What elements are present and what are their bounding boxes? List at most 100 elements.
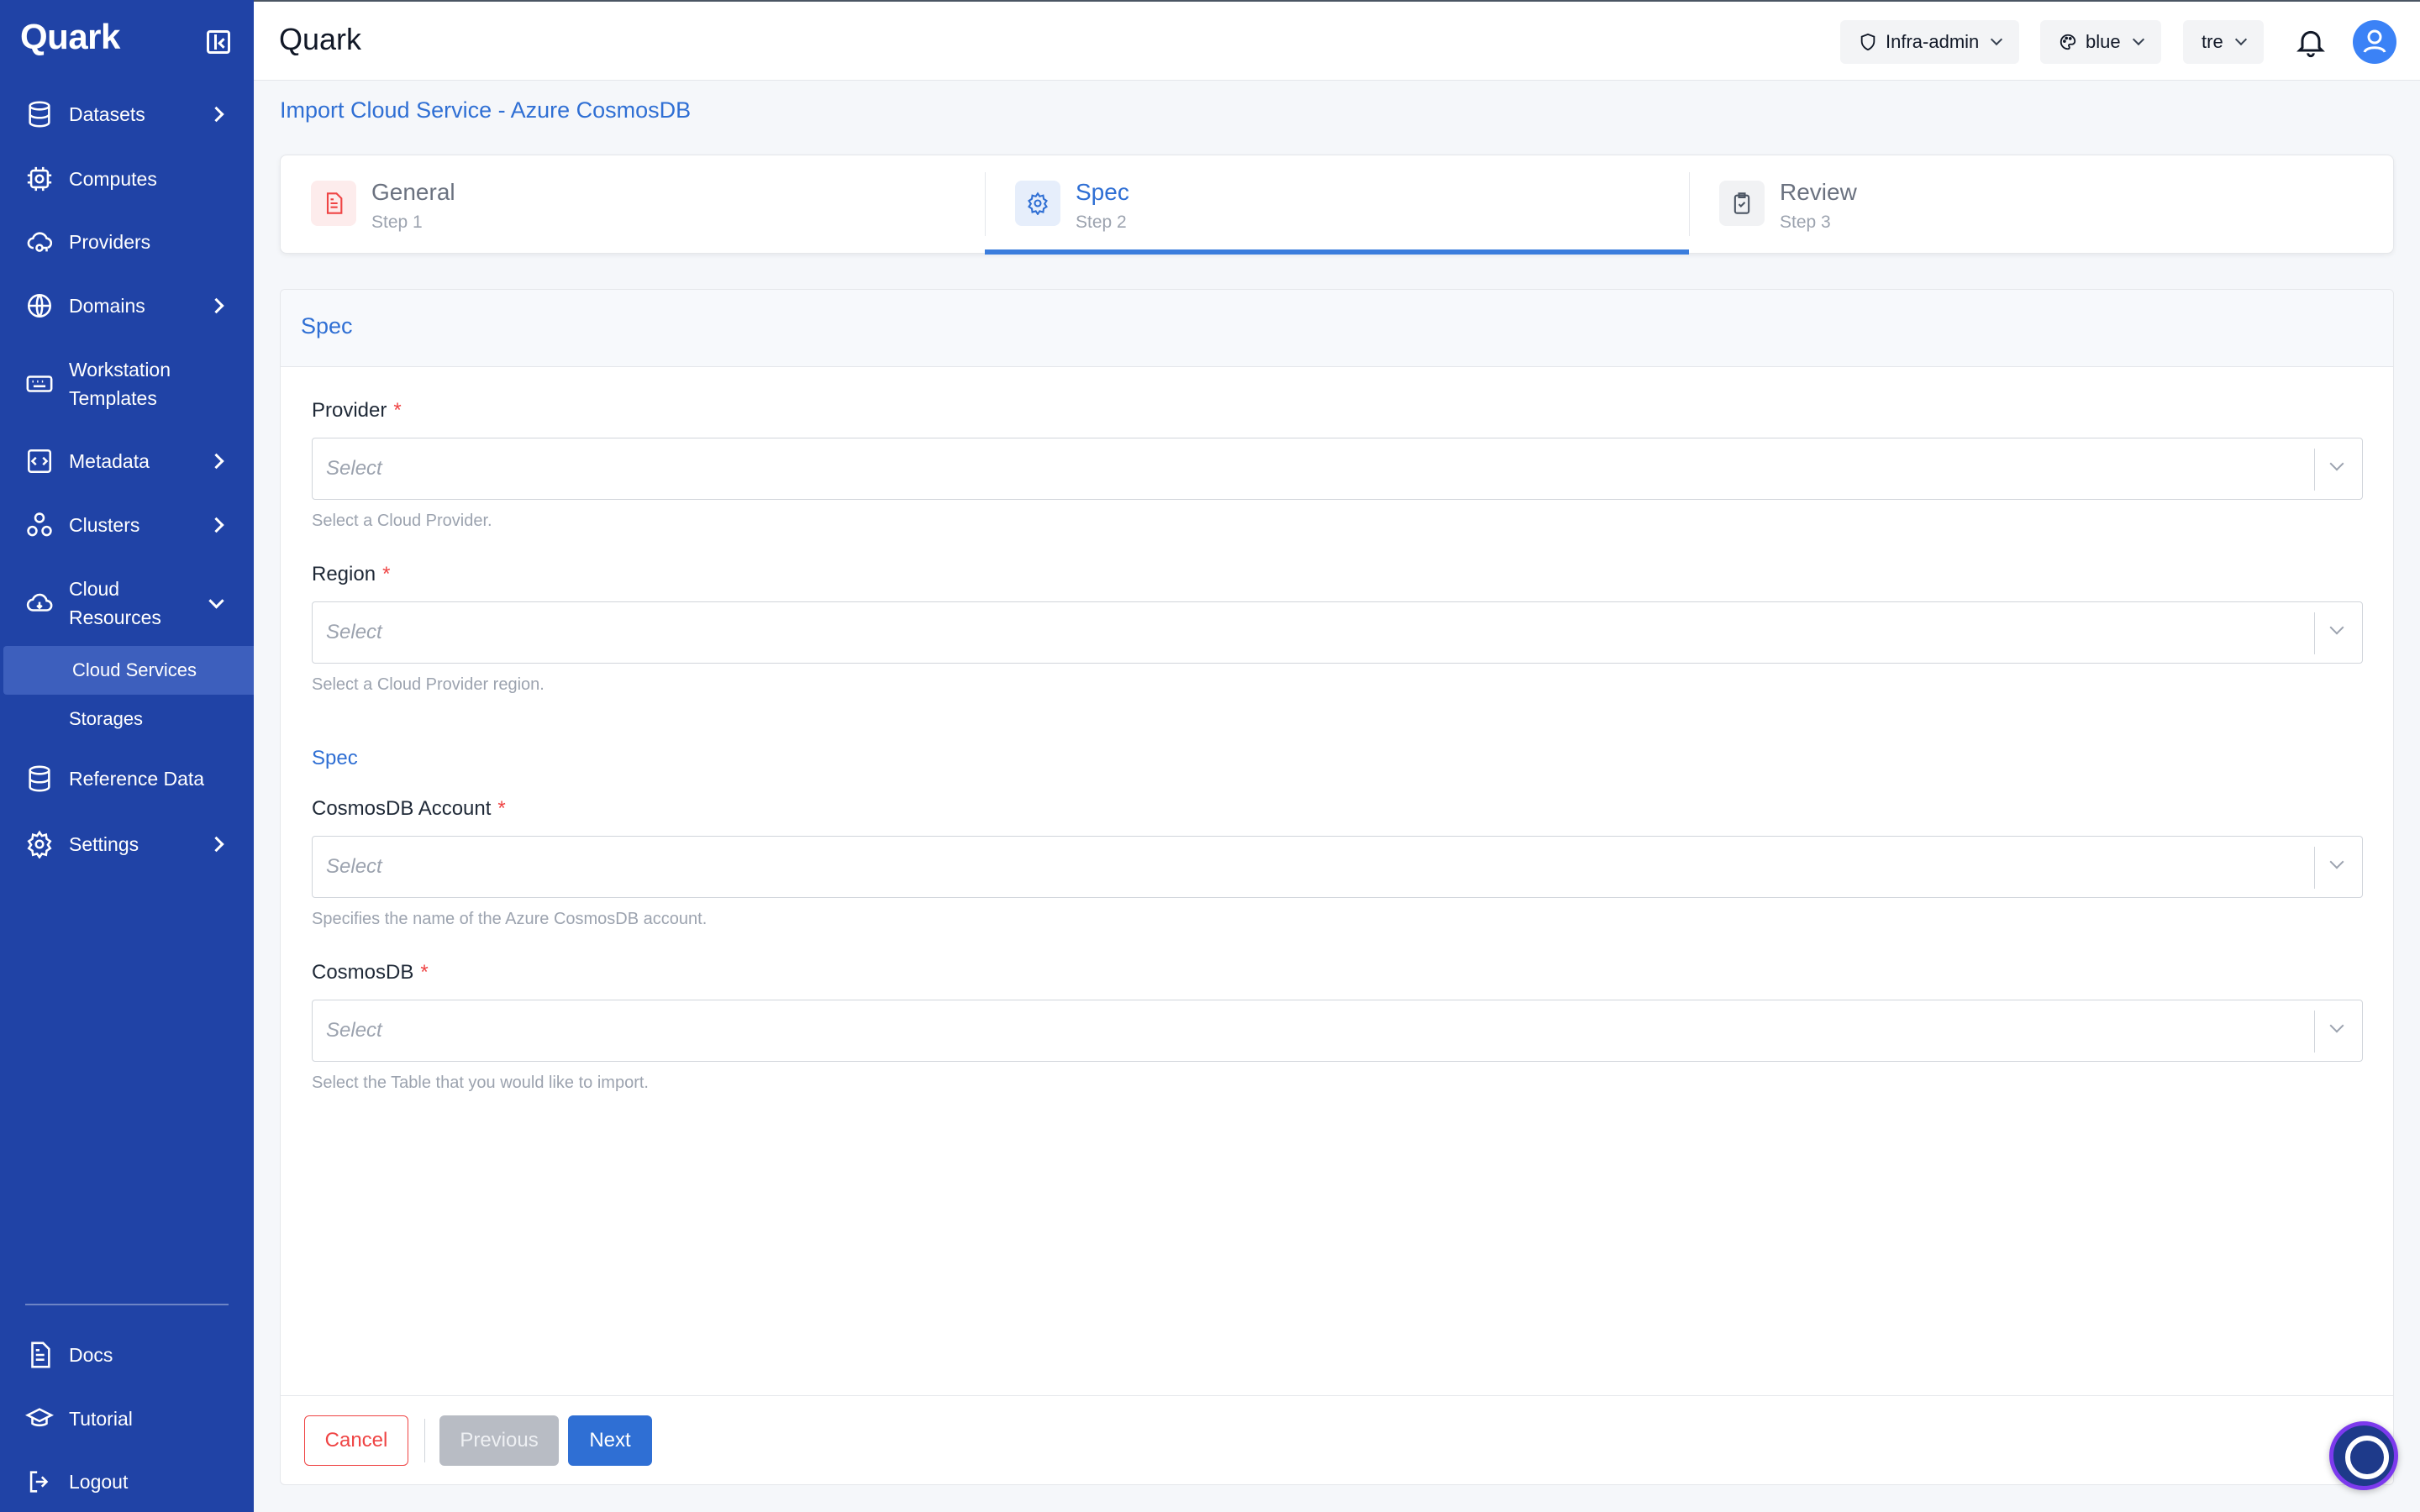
chevron-right-icon (208, 453, 224, 470)
sidebar-item-settings[interactable]: Settings (0, 816, 254, 873)
sidebar-item-cloud-resources[interactable]: Cloud Resources (0, 567, 254, 639)
provider-label: Provider * (312, 399, 402, 423)
spec-section-label: Spec (312, 747, 358, 769)
sidebar-item-reference-data[interactable]: Reference Data (0, 750, 254, 807)
step-review[interactable]: Review Step 3 (1689, 155, 2393, 253)
step-general[interactable]: General Step 1 (281, 155, 985, 253)
globe-icon (27, 293, 52, 318)
database-icon (29, 101, 50, 128)
cosmosdb-select[interactable]: Select (312, 1000, 2363, 1062)
provider-select[interactable]: Select (312, 438, 2363, 500)
panel-title: Spec (301, 313, 353, 339)
keyboard-icon (26, 375, 53, 392)
chevron-down-icon[interactable] (2329, 1018, 2344, 1033)
chevron-down-icon (208, 593, 224, 609)
app-title: Quark (279, 22, 362, 56)
workspace-label: tre (2202, 31, 2223, 52)
select-separator (2314, 612, 2315, 654)
select-separator (2314, 449, 2315, 491)
chevron-down-icon[interactable] (2329, 620, 2344, 635)
sidebar-item-label: Providers (69, 230, 151, 253)
chevron-right-icon (208, 517, 224, 533)
required-mark: * (497, 797, 506, 820)
step-title: Review (1780, 179, 1857, 205)
sidebar-item-tutorial[interactable]: Tutorial (0, 1390, 254, 1447)
chevron-right-icon (208, 106, 224, 123)
code-icon (27, 449, 52, 474)
sidebar-item-clusters[interactable]: Clusters (0, 496, 254, 554)
sidebar-item-label: Clusters (69, 513, 140, 536)
step-subtitle: Step 2 (1076, 213, 1127, 232)
step-spec[interactable]: Spec Step 2 (985, 155, 1689, 255)
sidebar-item-label: Cloud Services (72, 659, 197, 680)
sidebar-item-cloud-services[interactable]: Cloud Services (3, 646, 254, 695)
sidebar: Quark Datasets Computes Providers Domain… (0, 0, 254, 1512)
region-select[interactable]: Select (312, 601, 2363, 664)
step-title: Spec (1076, 179, 1129, 205)
sidebar-item-label: Cloud Resources (69, 578, 161, 628)
chevron-down-icon[interactable] (2329, 854, 2344, 869)
sidebar-item-storages[interactable]: Storages (0, 695, 254, 743)
role-selector[interactable]: Infra-admin (1840, 20, 2020, 64)
step-subtitle: Step 1 (371, 213, 423, 232)
workspace-selector[interactable]: tre (2183, 20, 2264, 64)
cosmosdb-hint: Select the Table that you would like to … (312, 1074, 649, 1092)
logout-icon (29, 1471, 49, 1493)
document-icon (311, 181, 356, 226)
clipboard-check-icon (1719, 181, 1765, 226)
active-step-indicator (985, 249, 1689, 255)
gear-icon (27, 830, 52, 858)
cloud-key-icon (27, 232, 53, 252)
gear-icon (1015, 181, 1060, 226)
sidebar-item-label: Computes (69, 167, 157, 190)
cpu-icon (27, 166, 52, 192)
cosmosdb-account-placeholder: Select (326, 855, 382, 878)
theme-label: blue (2086, 31, 2121, 52)
palette-icon (2060, 34, 2076, 50)
form-footer-divider (281, 1395, 2393, 1396)
cancel-button[interactable]: Cancel (304, 1415, 408, 1466)
stepper: General Step 1 Spec Step 2 Review Step 3 (280, 155, 2394, 255)
sidebar-item-domains[interactable]: Domains (0, 277, 254, 334)
cosmosdb-account-select[interactable]: Select (312, 836, 2363, 898)
spec-form-panel: Spec Provider * Select Select a Cloud Pro… (280, 289, 2394, 1485)
required-mark: * (382, 563, 391, 585)
chevron-right-icon (208, 297, 224, 314)
step-title: General (371, 179, 455, 205)
graduation-cap-icon (25, 1408, 54, 1427)
region-label-text: Region (312, 563, 376, 585)
provider-hint: Select a Cloud Provider. (312, 512, 492, 530)
bell-icon[interactable] (2294, 25, 2328, 59)
sidebar-item-computes[interactable]: Computes (0, 150, 254, 207)
sidebar-item-logout[interactable]: Logout (0, 1453, 254, 1510)
cloud-icon (26, 593, 53, 612)
sidebar-item-metadata[interactable]: Metadata (0, 433, 254, 490)
page-title: Import Cloud Service - Azure CosmosDB (280, 97, 692, 123)
collapse-sidebar-icon[interactable] (207, 30, 230, 54)
cluster-icon (27, 512, 52, 537)
required-mark: * (420, 961, 429, 984)
chevron-down-icon[interactable] (2329, 456, 2344, 471)
region-label: Region * (312, 563, 390, 586)
sidebar-item-datasets[interactable]: Datasets (0, 86, 254, 143)
cosmosdb-account-label: CosmosDB Account * (312, 797, 506, 821)
theme-selector[interactable]: blue (2040, 20, 2161, 64)
button-separator (424, 1419, 425, 1462)
provider-label-text: Provider (312, 399, 387, 422)
brand-logo[interactable]: Quark (20, 17, 120, 57)
avatar[interactable] (2353, 20, 2396, 64)
next-button[interactable]: Next (568, 1415, 652, 1466)
previous-button[interactable]: Previous (439, 1415, 559, 1466)
sidebar-item-label: Logout (69, 1470, 129, 1493)
role-label: Infra-admin (1886, 31, 1980, 52)
sidebar-item-providers[interactable]: Providers (0, 213, 254, 270)
document-icon (31, 1341, 50, 1368)
sidebar-item-workstation-templates[interactable]: Workstation Templates (0, 348, 254, 420)
user-icon (2363, 29, 2386, 53)
sidebar-item-docs[interactable]: Docs (0, 1326, 254, 1383)
help-chat-icon[interactable] (2329, 1421, 2398, 1490)
panel-header: Spec (281, 290, 2393, 367)
select-separator (2314, 847, 2315, 889)
sidebar-item-label: Tutorial (69, 1407, 133, 1430)
chevron-down-icon (1991, 33, 2003, 46)
